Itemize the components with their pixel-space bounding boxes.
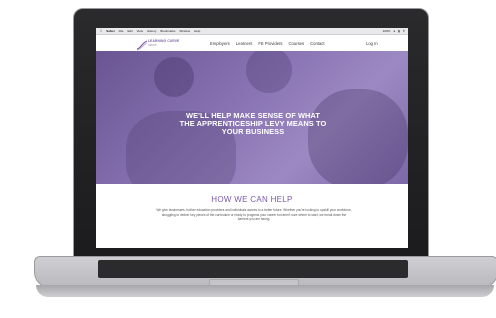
login-link[interactable]: Log In — [366, 41, 378, 46]
menubar-item-file[interactable]: File — [119, 29, 124, 33]
how-we-can-help-section: HOW WE CAN HELP We give businesses, furt… — [96, 184, 408, 248]
logo-sub: GROUP — [148, 44, 157, 47]
menubar-item-bookmarks[interactable]: Bookmarks — [160, 29, 175, 33]
nav-item-courses[interactable]: Courses — [289, 41, 305, 46]
hero-banner: WE'LL HELP MAKE SENSE OF WHAT THE APPREN… — [96, 51, 408, 184]
nav-item-employers[interactable]: Employers — [210, 41, 230, 46]
menubar-zoom[interactable]: 100% — [383, 29, 391, 33]
menubar-app-name[interactable]: Safari — [106, 29, 114, 33]
nav-item-learners[interactable]: Learners — [236, 41, 253, 46]
wifi-icon[interactable]: ● — [393, 29, 395, 33]
laptop-screen:  Safari File Edit View History Bookmark… — [96, 28, 408, 248]
section-body: We give businesses, further education pr… — [156, 208, 352, 222]
nav-item-fe-providers[interactable]: FE Providers — [258, 41, 282, 46]
menubar-status-area: 100% ● ▮ ⚲ — [380, 28, 405, 34]
menubar-item-edit[interactable]: Edit — [127, 29, 132, 33]
menubar-item-help[interactable]: Help — [194, 29, 200, 33]
site-header: LEARNING CURVE GROUP Employers Learners … — [96, 35, 408, 51]
logo[interactable]: LEARNING CURVE GROUP — [136, 38, 179, 51]
hero-photo-person — [246, 51, 292, 93]
mac-menubar:  Safari File Edit View History Bookmark… — [96, 28, 408, 35]
menubar-item-history[interactable]: History — [147, 29, 156, 33]
main-nav: Employers Learners FE Providers Courses … — [210, 41, 325, 46]
menubar-item-window[interactable]: Window — [179, 29, 190, 33]
battery-icon[interactable]: ▮ — [398, 29, 400, 33]
hero-title: WE'LL HELP MAKE SENSE OF WHAT THE APPREN… — [179, 111, 327, 137]
logo-curve-icon — [136, 40, 148, 51]
menubar-item-view[interactable]: View — [137, 29, 143, 33]
apple-icon[interactable]:  — [100, 29, 102, 33]
laptop-keyboard — [98, 260, 408, 278]
section-title: HOW WE CAN HELP — [211, 195, 293, 204]
nav-item-contact[interactable]: Contact — [310, 41, 324, 46]
search-icon[interactable]: ⚲ — [403, 29, 405, 33]
hero-photo-person — [154, 57, 194, 97]
laptop-base-front — [36, 285, 494, 297]
